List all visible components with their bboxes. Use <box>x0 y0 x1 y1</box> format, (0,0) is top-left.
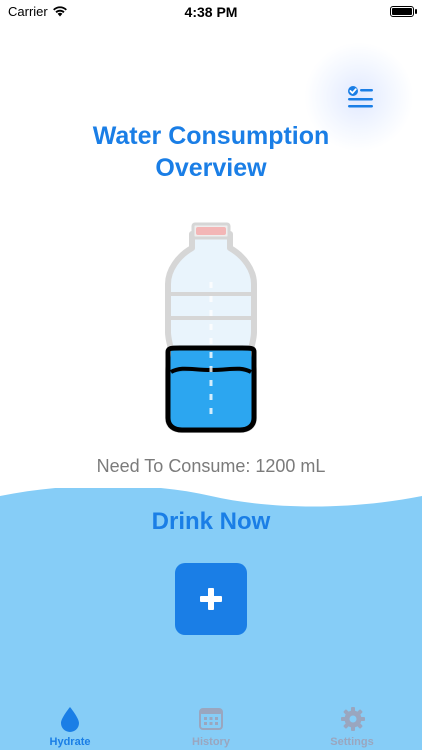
tab-hydrate[interactable]: Hydrate <box>20 700 120 750</box>
water-drop-icon <box>61 707 79 732</box>
tab-hydrate-label: Hydrate <box>49 736 91 748</box>
report-checklist-icon <box>348 86 373 108</box>
tab-history-label: History <box>192 736 230 748</box>
drink-now-title: Drink Now <box>151 508 271 535</box>
status-bar: Carrier 4:38 PM <box>0 0 422 24</box>
battery-icon <box>390 6 414 17</box>
tab-settings-label: Settings <box>330 736 374 748</box>
tab-history[interactable]: History <box>161 700 261 750</box>
page-title-line2: Overview <box>155 154 267 182</box>
add-drink-button[interactable] <box>175 563 247 635</box>
report-button[interactable] <box>346 85 376 111</box>
calendar-icon <box>199 708 223 730</box>
tab-settings[interactable]: Settings <box>302 700 402 750</box>
page-title: Water Consumption Overview <box>60 120 362 184</box>
water-bottle-illustration <box>165 222 257 433</box>
battery-cap <box>415 9 417 14</box>
clock-label: 4:38 PM <box>184 4 238 20</box>
tab-bar: Hydrate History Settings <box>0 700 422 750</box>
need-to-consume-label: Need To Consume: 1200 mL <box>96 456 326 476</box>
page-title-line1: Water Consumption <box>92 122 330 150</box>
gear-icon <box>341 707 365 731</box>
